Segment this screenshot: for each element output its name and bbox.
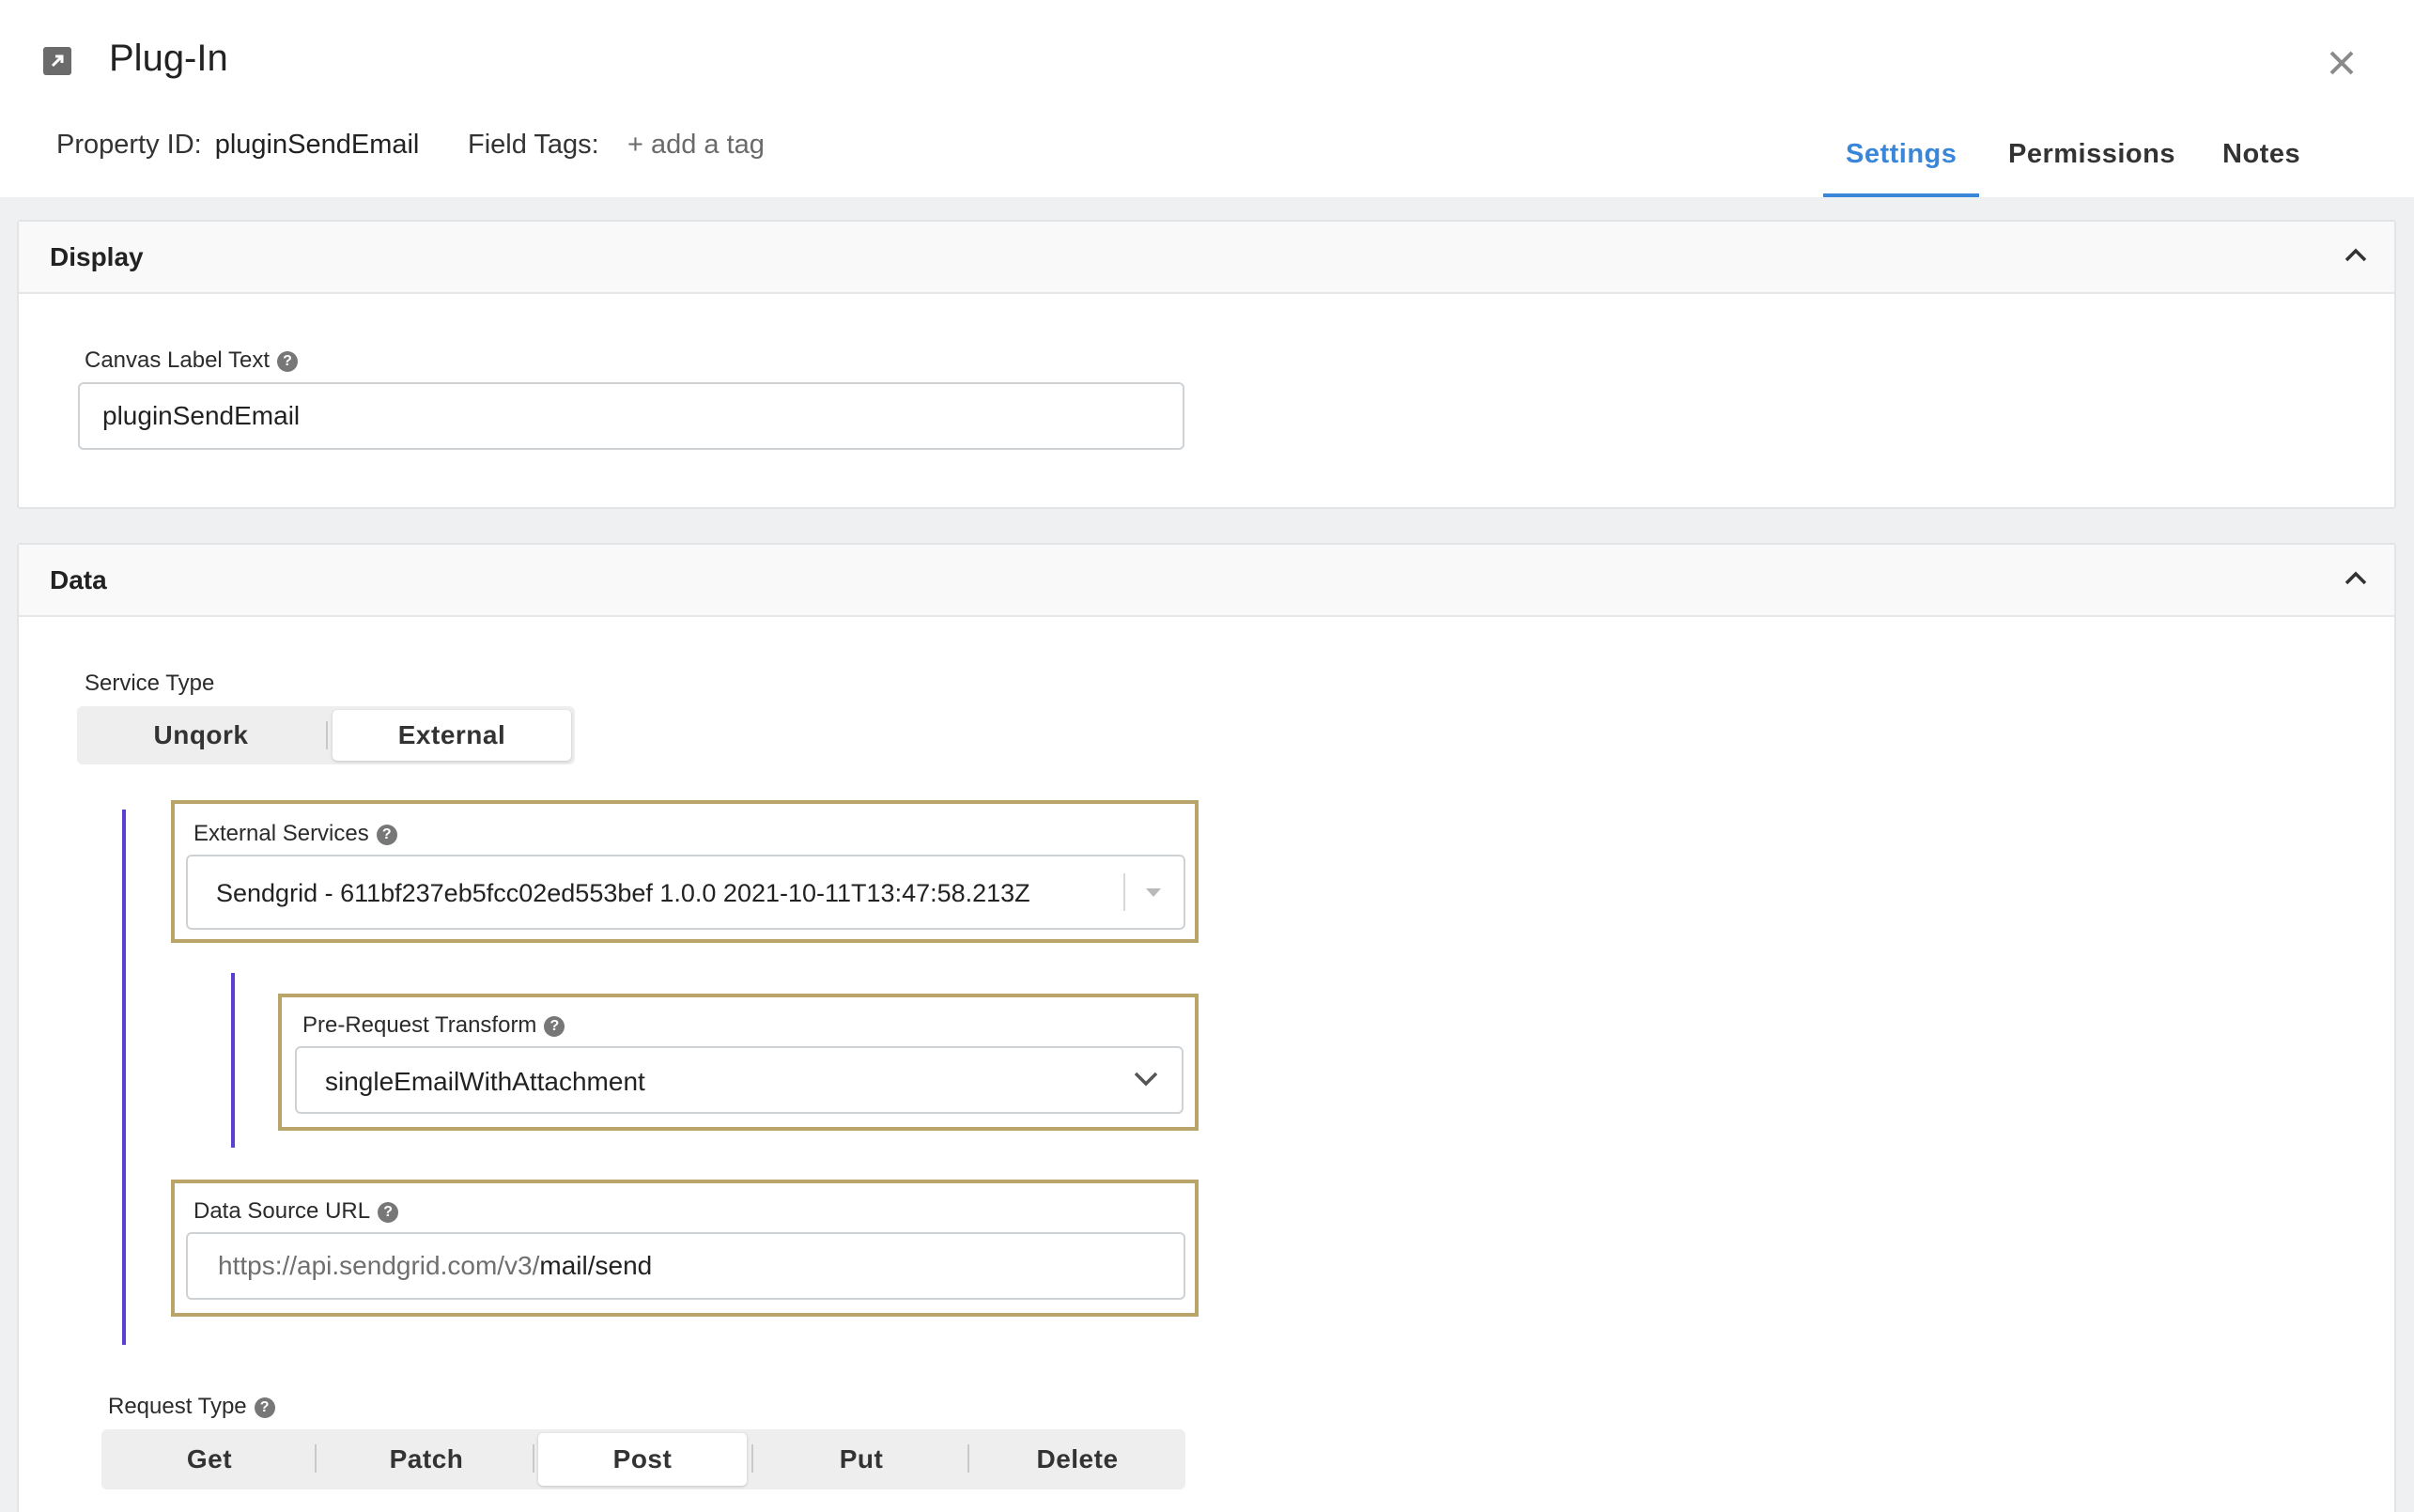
external-services-select[interactable]: Sendgrid - 611bf237eb5fcc02ed553bef 1.0.…	[186, 855, 1185, 930]
modal-title: Plug-In	[109, 38, 228, 79]
add-tag-link[interactable]: + add a tag	[627, 130, 765, 161]
request-type-label: Request Type?	[108, 1394, 275, 1420]
external-link-icon	[43, 47, 71, 75]
active-tab-indicator	[1823, 193, 1979, 197]
help-icon[interactable]: ?	[254, 1397, 275, 1418]
external-services-value: Sendgrid - 611bf237eb5fcc02ed553bef 1.0.…	[216, 879, 1030, 907]
request-type-toggle: Get Patch Post Put Delete	[101, 1429, 1185, 1489]
pre-request-transform-label: Pre-Request Transform?	[302, 1012, 565, 1039]
segment-divider	[533, 1444, 534, 1473]
external-services-group: External Services? Sendgrid - 611bf237eb…	[171, 800, 1199, 943]
chevron-down-icon[interactable]	[1133, 1071, 1159, 1088]
canvas-label-text-label: Canvas Label Text?	[85, 347, 299, 374]
data-source-url-label-text: Data Source URL	[193, 1198, 371, 1224]
canvas-label-text-label-text: Canvas Label Text	[85, 347, 271, 373]
data-source-url-input[interactable]: https://api.sendgrid.com/v3/mail/send	[186, 1232, 1185, 1300]
tab-permissions[interactable]: Permissions	[2008, 139, 2175, 170]
display-panel-header[interactable]: Display	[19, 222, 2394, 294]
pre-request-transform-group: Pre-Request Transform? singleEmailWithAt…	[278, 994, 1199, 1131]
tab-notes[interactable]: Notes	[2222, 139, 2300, 170]
pre-request-transform-label-text: Pre-Request Transform	[302, 1012, 537, 1038]
property-id: Property ID: pluginSendEmail	[56, 130, 419, 161]
indent-line	[122, 810, 126, 1345]
tab-settings[interactable]: Settings	[1846, 139, 1957, 170]
help-icon[interactable]: ?	[544, 1016, 565, 1037]
request-type-label-text: Request Type	[108, 1394, 247, 1419]
field-tags-label: Field Tags:	[468, 130, 599, 160]
data-source-url-group: Data Source URL? https://api.sendgrid.co…	[171, 1180, 1199, 1317]
segment-divider	[326, 721, 328, 749]
request-type-get[interactable]: Get	[105, 1433, 314, 1486]
data-panel-header[interactable]: Data	[19, 545, 2394, 617]
display-panel-title: Display	[50, 242, 144, 271]
service-type-toggle: Unqork External	[77, 706, 575, 764]
pre-request-transform-select[interactable]: singleEmailWithAttachment	[295, 1046, 1184, 1114]
service-type-unqork[interactable]: Unqork	[81, 710, 321, 761]
data-source-url-prefix: https://api.sendgrid.com/v3/	[218, 1251, 540, 1280]
external-services-label: External Services?	[193, 821, 397, 847]
dropdown-caret-icon[interactable]	[1144, 887, 1163, 900]
help-icon[interactable]: ?	[277, 351, 299, 372]
indent-line-inner	[231, 973, 235, 1148]
modal-header: Plug-In Property ID: pluginSendEmail Fiel…	[0, 0, 2414, 197]
select-divider	[1123, 873, 1125, 911]
help-icon[interactable]: ?	[376, 825, 397, 845]
data-source-url-path: mail/send	[539, 1251, 653, 1280]
pre-request-transform-value: singleEmailWithAttachment	[325, 1067, 645, 1096]
field-tags: Field Tags:	[468, 130, 599, 161]
property-id-label: Property ID:	[56, 130, 202, 160]
external-services-label-text: External Services	[193, 821, 369, 846]
service-type-label: Service Type	[85, 671, 215, 696]
data-panel-title: Data	[50, 565, 107, 594]
service-type-external[interactable]: External	[333, 710, 571, 761]
request-type-delete[interactable]: Delete	[973, 1433, 1182, 1486]
segment-divider	[315, 1444, 317, 1473]
display-panel: Display Canvas Label Text? pluginSendEma…	[17, 220, 2396, 509]
request-type-post[interactable]: Post	[538, 1433, 747, 1486]
chevron-up-icon[interactable]	[2344, 569, 2368, 586]
segment-divider	[751, 1444, 753, 1473]
chevron-up-icon[interactable]	[2344, 246, 2368, 263]
data-source-url-label: Data Source URL?	[193, 1198, 399, 1225]
data-panel: Data Service Type Unqork External Extern…	[17, 543, 2396, 1512]
request-type-patch[interactable]: Patch	[321, 1433, 532, 1486]
canvas-label-text-input[interactable]: pluginSendEmail	[78, 382, 1184, 450]
help-icon[interactable]: ?	[378, 1202, 399, 1223]
close-icon[interactable]	[2326, 47, 2358, 79]
request-type-put[interactable]: Put	[757, 1433, 966, 1486]
segment-divider	[967, 1444, 969, 1473]
property-id-value: pluginSendEmail	[214, 130, 420, 160]
